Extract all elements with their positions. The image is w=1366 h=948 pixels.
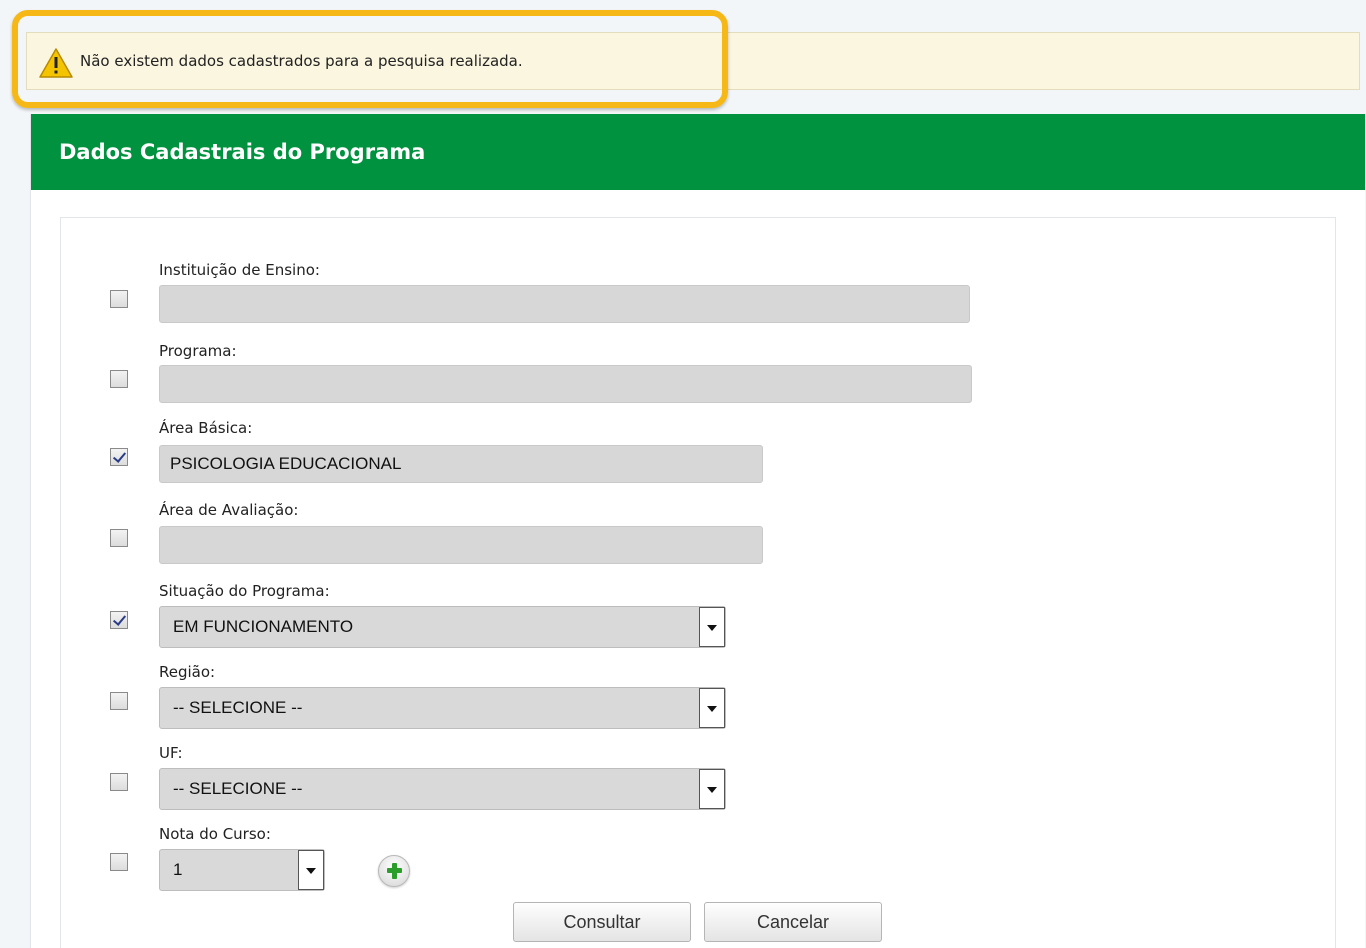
instituicao-checkbox[interactable] (110, 290, 128, 308)
area-avaliacao-checkbox[interactable] (110, 529, 128, 547)
programa-input[interactable] (159, 365, 972, 403)
programa-label: Programa: (159, 342, 237, 360)
warning-icon (39, 48, 73, 78)
cancelar-button[interactable]: Cancelar (704, 902, 882, 942)
situacao-select[interactable]: EM FUNCIONAMENTO (159, 606, 726, 648)
regiao-label: Região: (159, 663, 216, 681)
chevron-down-icon[interactable] (699, 769, 725, 809)
search-form: Instituição de Ensino: Programa: Área Bá… (60, 217, 1336, 948)
situacao-checkbox[interactable] (110, 611, 128, 629)
nota-select[interactable]: 1 (159, 849, 325, 891)
instituicao-input[interactable] (159, 285, 970, 323)
regiao-select[interactable]: -- SELECIONE -- (159, 687, 726, 729)
situacao-label: Situação do Programa: (159, 582, 330, 600)
situacao-selected-value: EM FUNCIONAMENTO (173, 617, 354, 636)
area-avaliacao-input[interactable] (159, 526, 763, 564)
regiao-checkbox[interactable] (110, 692, 128, 710)
regiao-selected-value: -- SELECIONE -- (173, 698, 303, 717)
area-basica-checkbox[interactable] (110, 448, 128, 466)
nota-checkbox[interactable] (110, 853, 128, 871)
chevron-down-icon[interactable] (699, 607, 725, 647)
nota-label: Nota do Curso: (159, 825, 271, 843)
chevron-down-icon[interactable] (298, 850, 324, 890)
panel-title: Dados Cadastrais do Programa (31, 114, 1365, 190)
area-basica-input[interactable]: PSICOLOGIA EDUCACIONAL (159, 445, 763, 483)
consultar-button[interactable]: Consultar (513, 902, 691, 942)
area-avaliacao-label: Área de Avaliação: (159, 501, 299, 519)
uf-select[interactable]: -- SELECIONE -- (159, 768, 726, 810)
uf-checkbox[interactable] (110, 773, 128, 791)
uf-selected-value: -- SELECIONE -- (173, 779, 303, 798)
programa-checkbox[interactable] (110, 370, 128, 388)
add-icon[interactable] (378, 855, 410, 887)
page: Não existem dados cadastrados para a pes… (0, 0, 1366, 948)
alert-message: Não existem dados cadastrados para a pes… (80, 52, 523, 70)
uf-label: UF: (159, 744, 183, 762)
nota-selected-value: 1 (173, 860, 183, 879)
chevron-down-icon[interactable] (699, 688, 725, 728)
program-panel: Dados Cadastrais do Programa Instituição… (30, 114, 1365, 948)
instituicao-label: Instituição de Ensino: (159, 261, 320, 279)
area-basica-label: Área Básica: (159, 419, 253, 437)
